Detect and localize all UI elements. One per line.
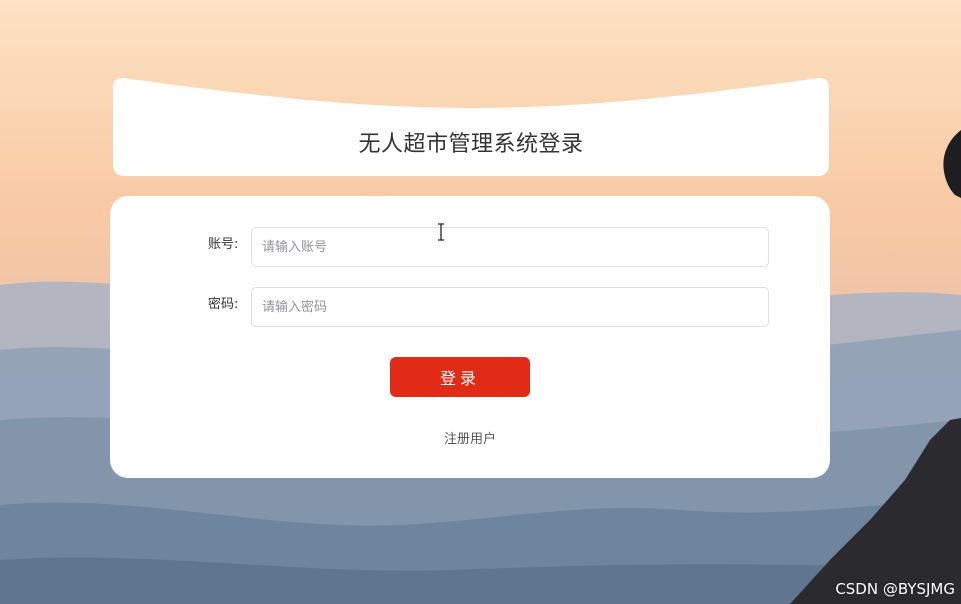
watermark: CSDN @BYSJMG <box>835 580 955 598</box>
account-input[interactable] <box>251 227 769 267</box>
text-cursor-icon <box>438 223 444 241</box>
account-row: 账号: <box>110 227 830 267</box>
password-row: 密码: <box>110 287 830 327</box>
register-link[interactable]: 注册用户 <box>110 428 830 447</box>
page-title: 无人超市管理系统登录 <box>358 132 584 157</box>
password-input[interactable] <box>251 287 769 327</box>
title-card: 无人超市管理系统登录 <box>113 78 829 176</box>
password-label: 密码: <box>208 297 239 312</box>
account-label: 账号: <box>208 237 239 252</box>
login-form-card: 账号: 密码: 登录 注册用户 <box>110 196 830 478</box>
login-button[interactable]: 登录 <box>390 357 530 397</box>
